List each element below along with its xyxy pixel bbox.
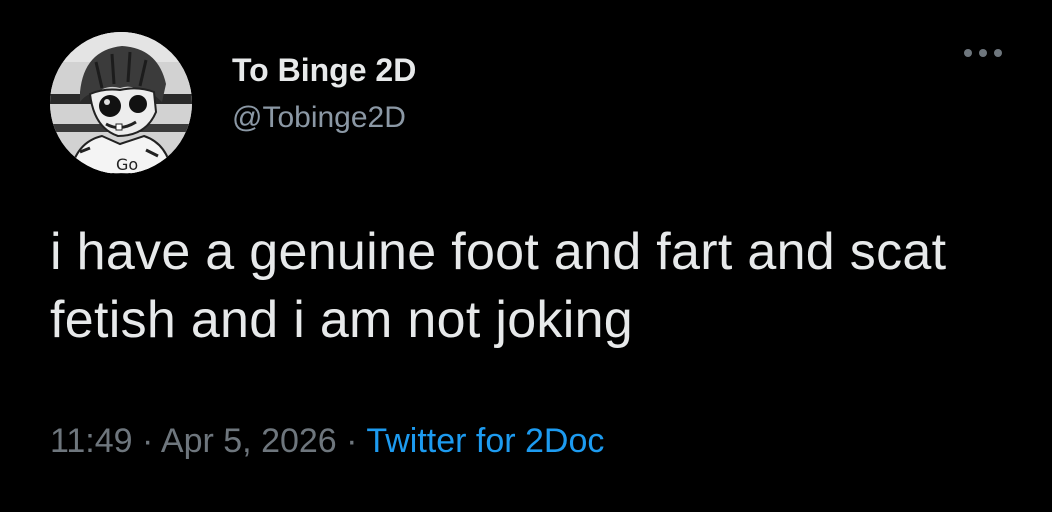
more-options-button[interactable] [958, 38, 1008, 68]
meta-separator: · [132, 422, 161, 460]
more-options-icon [964, 49, 1002, 57]
tweet-source-link[interactable]: Twitter for 2Doc [366, 422, 604, 460]
author-handle[interactable]: @Tobinge2D [232, 100, 406, 136]
meta-separator: · [336, 422, 367, 460]
author-display-name[interactable]: To Binge 2D [232, 52, 416, 88]
tweet-card: Go To Binge 2D @Tobinge2D i have a genui… [0, 0, 1052, 512]
cartoon-character-avatar-icon: Go [50, 32, 192, 174]
tweet-time[interactable]: 11:49 [50, 422, 133, 460]
tweet-meta: 11:49 · Apr 5, 2026 · Twitter for 2Doc [50, 421, 604, 461]
tweet-text: i have a genuine foot and fart and scat … [50, 223, 947, 349]
tweet-date[interactable]: Apr 5, 2026 [161, 422, 337, 460]
author-avatar[interactable]: Go [50, 32, 192, 174]
svg-text:Go: Go [116, 155, 138, 174]
